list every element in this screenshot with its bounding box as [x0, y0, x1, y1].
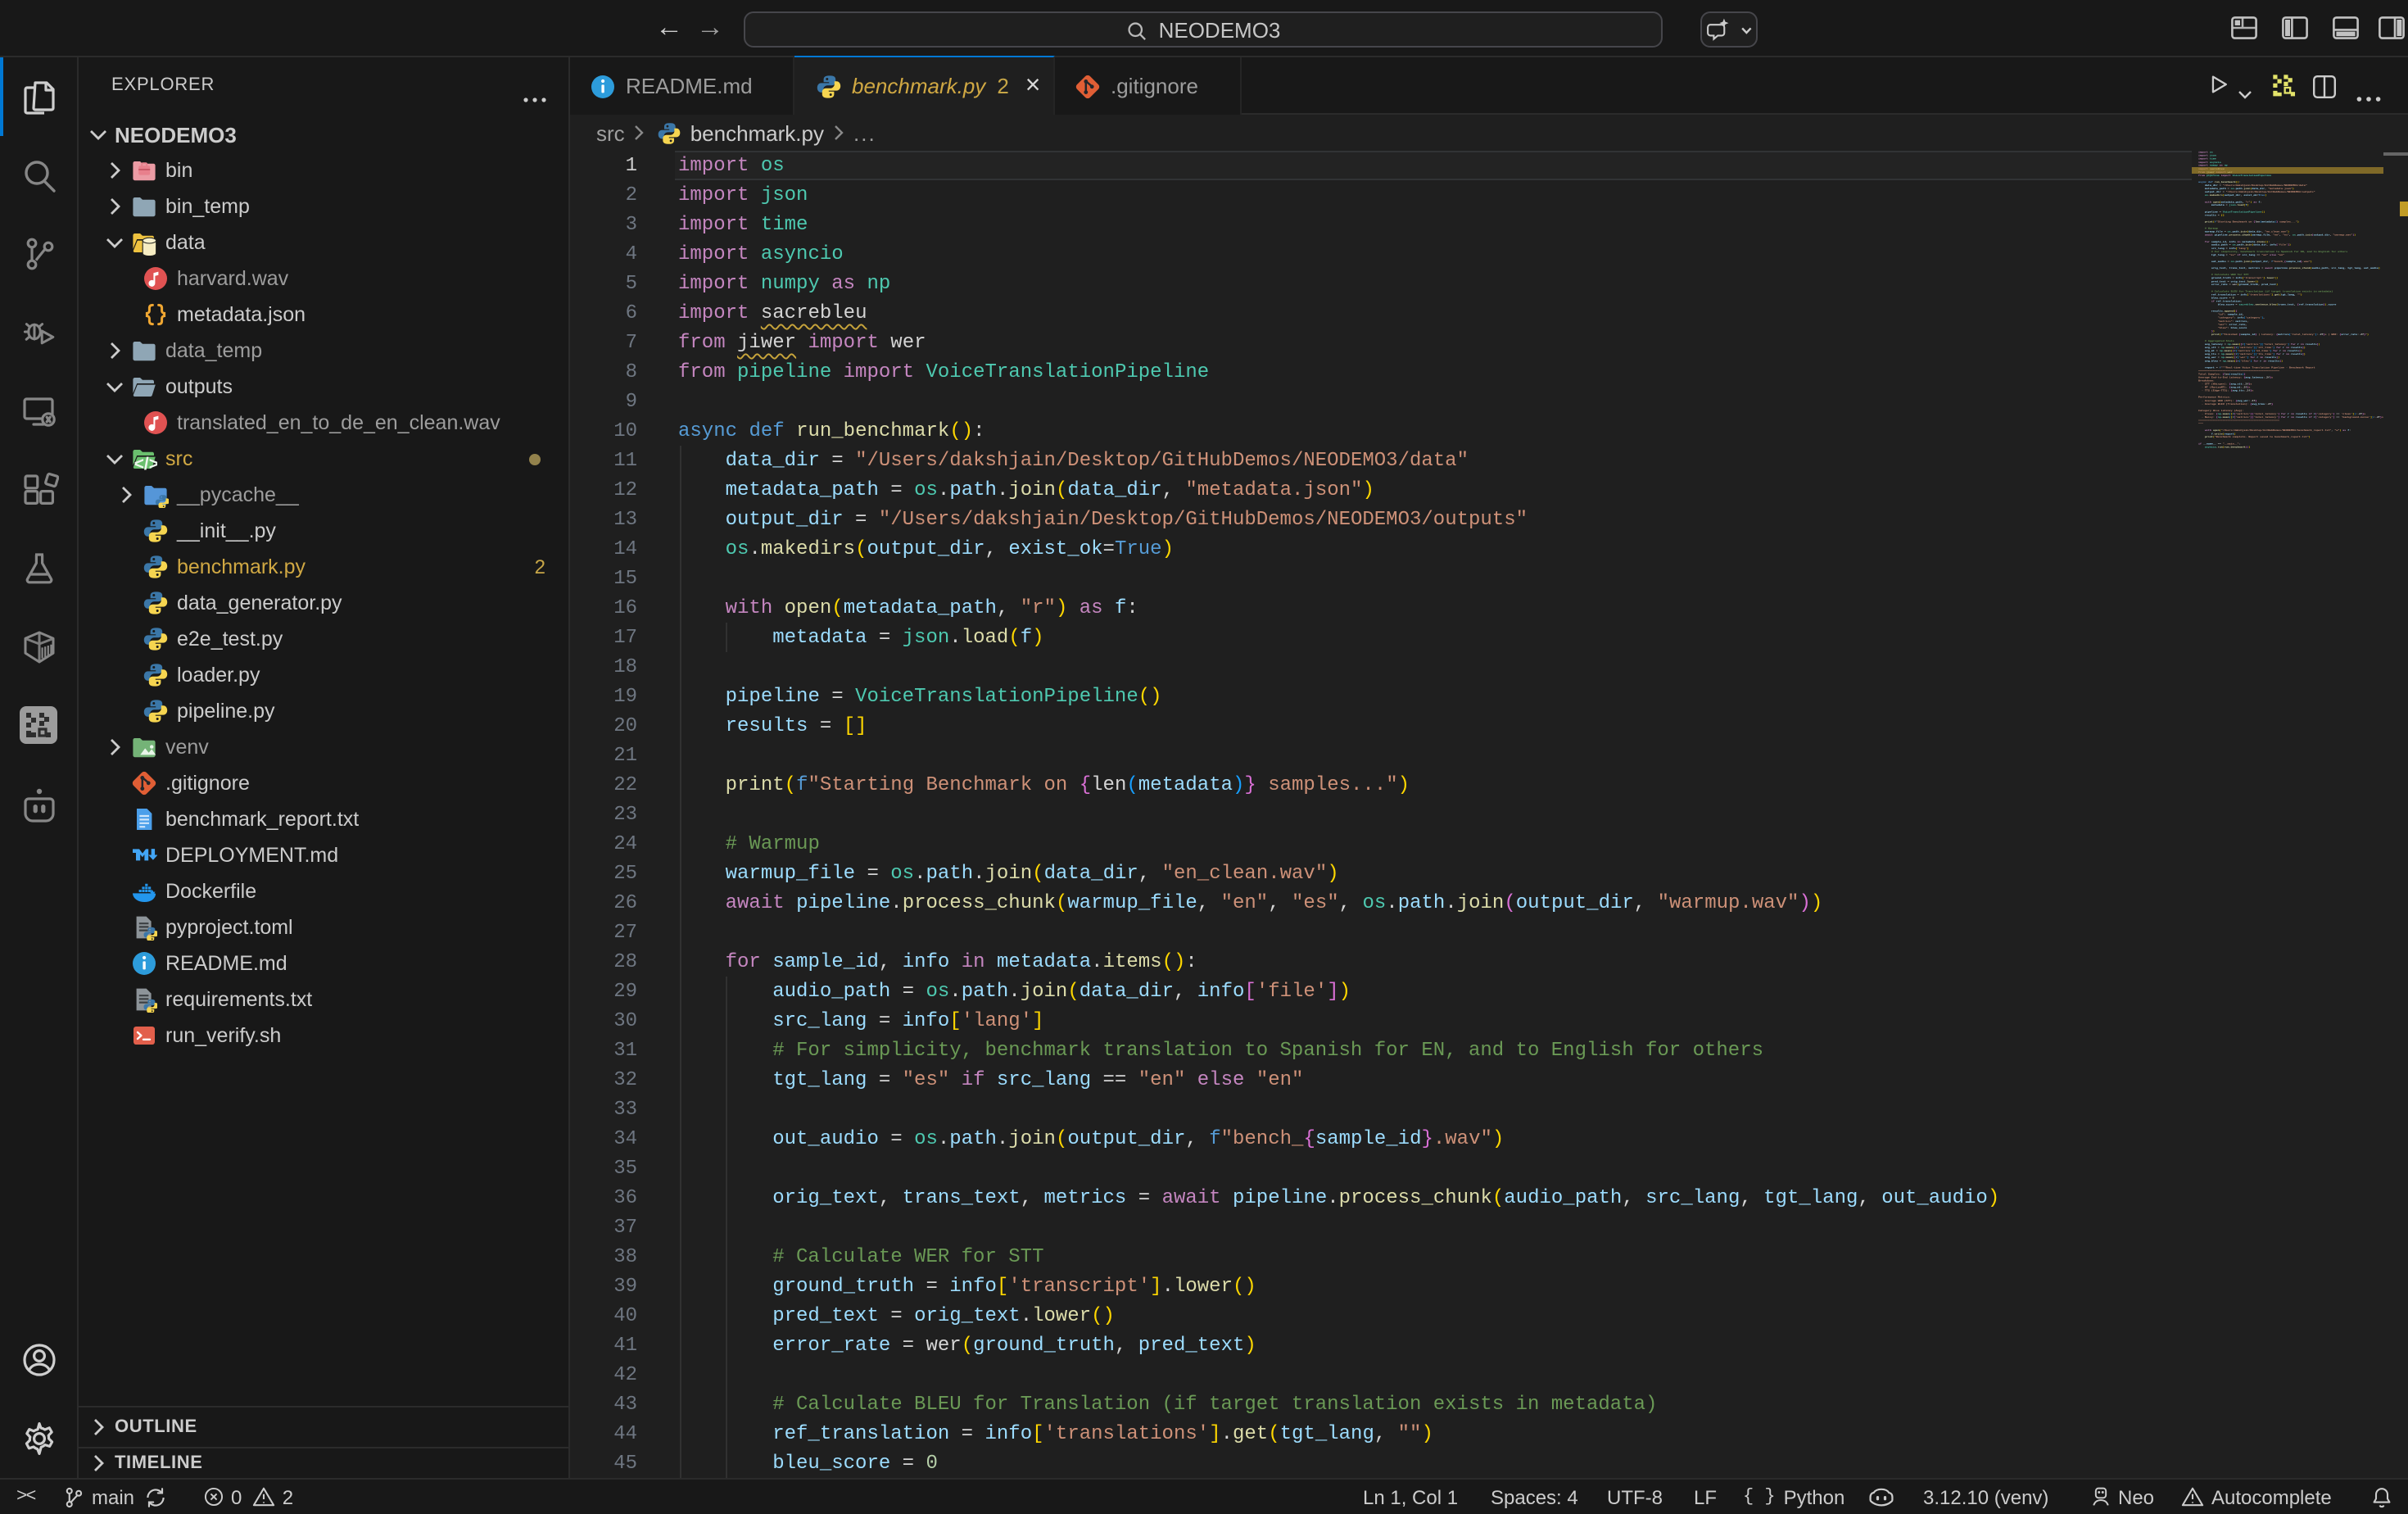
- svg-text:</>: </>: [134, 455, 157, 472]
